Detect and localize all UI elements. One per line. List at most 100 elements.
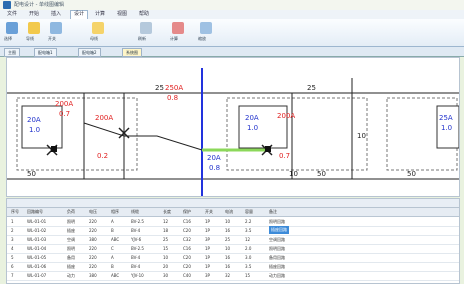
- zoom-icon[interactable]: [200, 22, 212, 34]
- table-cell[interactable]: 1P: [205, 264, 210, 269]
- table-cell[interactable]: ABC: [111, 273, 119, 278]
- table-cell[interactable]: 1P: [205, 246, 210, 251]
- table-cell[interactable]: 2: [11, 228, 14, 233]
- table-cell[interactable]: BV-4: [131, 255, 140, 260]
- sheet-tab-box2[interactable]: 配电箱2: [78, 48, 101, 57]
- switch-tool-icon[interactable]: [50, 22, 62, 34]
- tab-view[interactable]: 视图: [114, 11, 130, 18]
- table-cell[interactable]: 照明: [67, 219, 75, 225]
- table-cell[interactable]: WL-01-03: [27, 237, 46, 242]
- table-cell[interactable]: 动力回路: [269, 273, 285, 279]
- table-cell[interactable]: 1P: [205, 228, 210, 233]
- table-cell[interactable]: 3P: [205, 273, 210, 278]
- table-cell[interactable]: 16: [225, 255, 230, 260]
- tab-help[interactable]: 帮助: [136, 11, 152, 18]
- table-cell[interactable]: C20: [183, 255, 191, 260]
- table-cell[interactable]: 20: [163, 264, 168, 269]
- table-cell[interactable]: 380: [89, 237, 97, 242]
- table-cell[interactable]: B: [111, 228, 114, 233]
- selected-table-cell[interactable]: 插座回路: [269, 226, 289, 234]
- table-cell[interactable]: 备用: [67, 255, 75, 261]
- single-line-diagram[interactable]: 200A 0.7 200A 0.2 250A 0.8 200A 0.7 20A …: [7, 58, 459, 196]
- table-cell[interactable]: 3.5: [245, 264, 251, 269]
- table-cell[interactable]: 备用回路: [269, 255, 285, 261]
- table-cell[interactable]: 10: [225, 219, 230, 224]
- select-tool-icon[interactable]: [6, 22, 18, 34]
- col-header-phase[interactable]: 相序: [111, 209, 119, 215]
- table-cell[interactable]: B: [111, 264, 114, 269]
- table-cell[interactable]: YJV-6: [131, 237, 141, 242]
- table-cell[interactable]: 25: [163, 237, 168, 242]
- table-cell[interactable]: BV-4: [131, 228, 140, 233]
- table-cell[interactable]: C20: [183, 264, 191, 269]
- wire-tool-icon[interactable]: [28, 22, 40, 34]
- table-cell[interactable]: 2.0: [245, 246, 251, 251]
- table-cell[interactable]: WL-01-04: [27, 246, 46, 251]
- table-cell[interactable]: 3: [11, 237, 14, 242]
- table-cell[interactable]: C20: [183, 228, 191, 233]
- table-cell[interactable]: WL-01-07: [27, 273, 46, 278]
- table-cell[interactable]: 空调回路: [269, 237, 285, 243]
- table-cell[interactable]: 15: [245, 273, 250, 278]
- table-cell[interactable]: 220: [89, 255, 97, 260]
- table-cell[interactable]: BV-2.5: [131, 246, 144, 251]
- col-header-switch[interactable]: 开关: [205, 209, 213, 215]
- table-cell[interactable]: 18: [163, 228, 168, 233]
- calc-icon[interactable]: [172, 22, 184, 34]
- col-header-capacity[interactable]: 容量: [245, 209, 253, 215]
- table-cell[interactable]: WL-01-02: [27, 228, 46, 233]
- table-cell[interactable]: 1P: [205, 219, 210, 224]
- col-header-index[interactable]: 序号: [11, 209, 19, 215]
- table-cell[interactable]: C: [111, 246, 114, 251]
- table-cell[interactable]: A: [111, 219, 114, 224]
- table-cell[interactable]: WL-01-01: [27, 219, 46, 224]
- table-cell[interactable]: C16: [183, 246, 191, 251]
- table-cell[interactable]: C32: [183, 237, 191, 242]
- table-cell[interactable]: 220: [89, 228, 97, 233]
- tab-home[interactable]: 开始: [26, 11, 42, 18]
- table-cell[interactable]: 380: [89, 273, 97, 278]
- table-cell[interactable]: 3P: [205, 237, 210, 242]
- table-cell[interactable]: 插座回路: [269, 264, 285, 270]
- tab-calc[interactable]: 计算: [92, 11, 108, 18]
- table-cell[interactable]: 插座: [67, 228, 75, 234]
- table-cell[interactable]: A: [111, 255, 114, 260]
- sheet-tab-main[interactable]: 主图: [4, 48, 20, 57]
- table-cell[interactable]: 3.0: [245, 255, 251, 260]
- table-cell[interactable]: 12: [245, 237, 250, 242]
- table-cell[interactable]: 插座: [67, 264, 75, 270]
- table-cell[interactable]: WL-01-05: [27, 255, 46, 260]
- table-cell[interactable]: BV-2.5: [131, 219, 144, 224]
- table-cell[interactable]: 16: [225, 228, 230, 233]
- col-header-load[interactable]: 负荷: [67, 209, 75, 215]
- col-header-length[interactable]: 长度: [163, 209, 171, 215]
- table-cell[interactable]: BV-4: [131, 264, 140, 269]
- table-cell[interactable]: ABC: [111, 237, 119, 242]
- table-cell[interactable]: 220: [89, 264, 97, 269]
- col-header-protection[interactable]: 保护: [183, 209, 191, 215]
- table-cell[interactable]: YJV-10: [131, 273, 144, 278]
- sheet-tab-system[interactable]: 系统图: [122, 48, 142, 57]
- table-cell[interactable]: 1: [11, 219, 14, 224]
- table-cell[interactable]: 220: [89, 219, 97, 224]
- table-cell[interactable]: 空调: [67, 237, 75, 243]
- table-cell[interactable]: C16: [183, 219, 191, 224]
- table-cell[interactable]: 照明: [67, 246, 75, 252]
- table-cell[interactable]: 4: [11, 246, 14, 251]
- table-cell[interactable]: 16: [225, 264, 230, 269]
- table-cell[interactable]: 220: [89, 246, 97, 251]
- table-cell[interactable]: 7: [11, 273, 14, 278]
- table-cell[interactable]: 10: [163, 255, 168, 260]
- sheet-tab-box1[interactable]: 配电箱1: [34, 48, 57, 57]
- tab-insert[interactable]: 插入: [48, 11, 64, 18]
- table-cell[interactable]: 32: [225, 273, 230, 278]
- table-cell[interactable]: 30: [163, 273, 168, 278]
- busbar-tool-icon[interactable]: [92, 22, 104, 34]
- table-cell[interactable]: 3.5: [245, 228, 251, 233]
- table-cell[interactable]: 照明回路: [269, 219, 285, 225]
- refresh-icon[interactable]: [140, 22, 152, 34]
- table-cell[interactable]: 15: [163, 246, 168, 251]
- table-cell[interactable]: 1P: [205, 255, 210, 260]
- col-header-current[interactable]: 电流: [225, 209, 233, 215]
- table-cell[interactable]: 动力: [67, 273, 75, 279]
